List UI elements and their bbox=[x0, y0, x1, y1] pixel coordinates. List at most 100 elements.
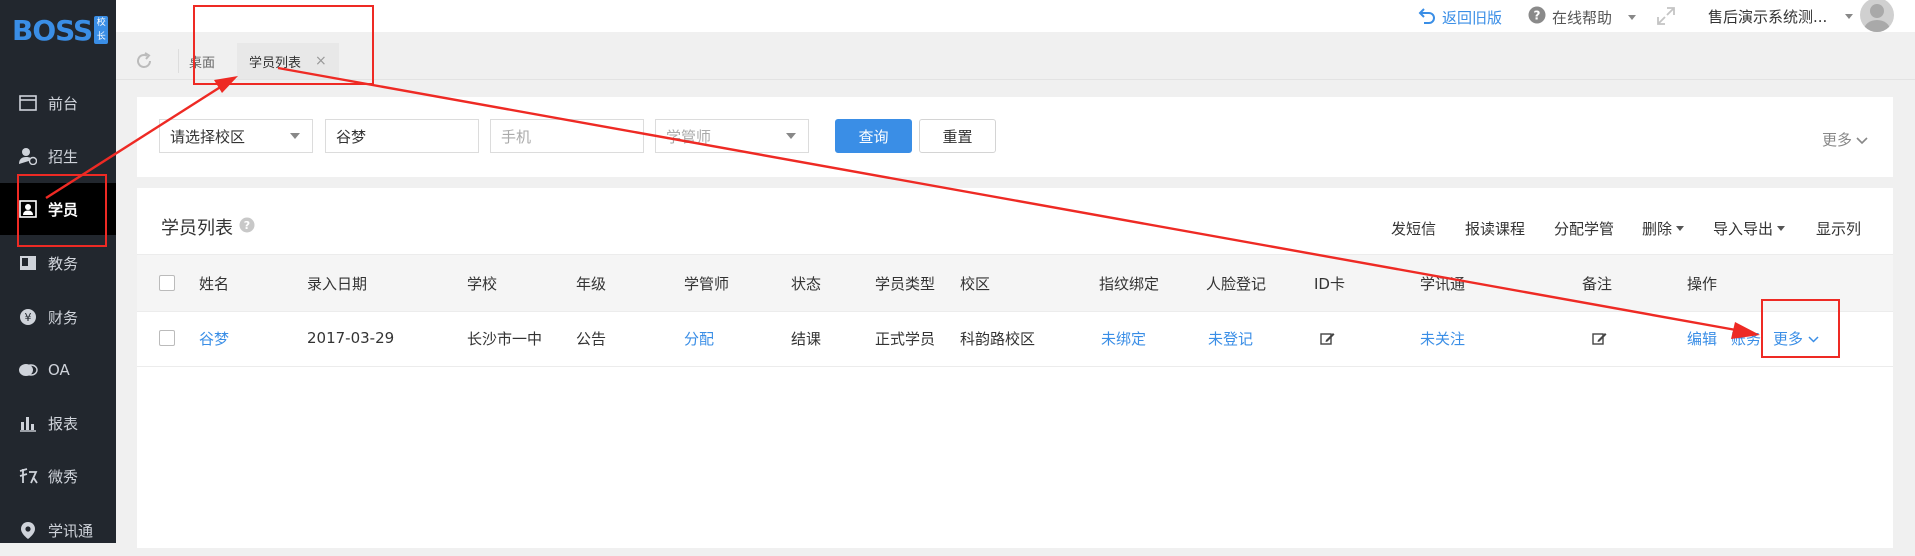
chevron-down-icon bbox=[1676, 226, 1685, 231]
sidebar-item-students[interactable]: 学员 bbox=[0, 183, 116, 235]
column-header[interactable]: 录入日期 bbox=[307, 255, 367, 311]
sidebar-item-frontdesk[interactable]: 前台 bbox=[0, 77, 116, 129]
more-actions-label: 更多 bbox=[1773, 329, 1804, 348]
filter-panel: 请选择校区 谷梦 手机 学管师 查询 重置 更多 bbox=[137, 97, 1893, 177]
sidebar-item-label: 微秀 bbox=[48, 467, 79, 486]
tab-label: 桌面 bbox=[189, 55, 216, 71]
edit-id-card-icon[interactable] bbox=[1320, 310, 1335, 366]
logo-tag: 校长 bbox=[94, 16, 109, 44]
sidebar-item-label: 前台 bbox=[48, 94, 79, 113]
user-plus-icon bbox=[18, 146, 38, 166]
import-export-label: 导入导出 bbox=[1713, 220, 1774, 238]
avatar[interactable] bbox=[1860, 0, 1894, 32]
phone-input-placeholder: 手机 bbox=[501, 127, 532, 146]
more-actions-dropdown[interactable]: 更多 bbox=[1773, 310, 1819, 366]
sidebar-item-recruit[interactable]: 招生 bbox=[0, 130, 116, 182]
assign-manager-label: 分配学管 bbox=[1554, 220, 1615, 238]
column-header[interactable]: 指纹绑定 bbox=[1099, 255, 1159, 311]
column-header[interactable]: 学讯通 bbox=[1420, 255, 1465, 311]
app-logo[interactable]: BOSS 校长 bbox=[12, 12, 109, 48]
back-old-version-link[interactable]: 返回旧版 bbox=[1418, 6, 1502, 28]
sidebar-item-oa[interactable]: OA bbox=[0, 344, 116, 396]
sidebar-item-academic[interactable]: 教务 bbox=[0, 237, 116, 289]
more-filters-label: 更多 bbox=[1822, 131, 1853, 149]
expand-icon bbox=[1656, 6, 1676, 30]
fullscreen-toggle[interactable] bbox=[1656, 6, 1676, 30]
table-header: 姓名 录入日期 学校 年级 学管师 状态 学员类型 校区 指纹绑定 人脸登记 I… bbox=[137, 254, 1893, 312]
chevron-down-icon bbox=[1628, 14, 1637, 20]
name-input[interactable]: 谷梦 bbox=[325, 119, 479, 153]
notify-follow-link[interactable]: 未关注 bbox=[1420, 310, 1465, 366]
sidebar-item-finance[interactable]: ¥ 财务 bbox=[0, 291, 116, 343]
fingerprint-bind-link[interactable]: 未绑定 bbox=[1101, 310, 1146, 366]
sidebar-item-notify[interactable]: 学讯通 bbox=[0, 504, 116, 556]
name-input-value: 谷梦 bbox=[336, 127, 367, 146]
help-icon[interactable]: ? bbox=[239, 217, 255, 238]
refresh-icon[interactable] bbox=[134, 51, 154, 75]
sidebar-item-label: 财务 bbox=[48, 308, 79, 327]
reset-button[interactable]: 重置 bbox=[919, 119, 996, 153]
tab-desktop[interactable]: 桌面 bbox=[189, 43, 215, 79]
edit-link[interactable]: 编辑 bbox=[1687, 310, 1717, 366]
campus-select[interactable]: 请选择校区 bbox=[159, 119, 313, 153]
assign-manager-button[interactable]: 分配学管 bbox=[1554, 218, 1614, 239]
svg-text:?: ? bbox=[244, 219, 250, 232]
tabs-bar: 桌面 学员列表 × bbox=[116, 43, 1915, 80]
logo-text: BOSS bbox=[12, 13, 93, 47]
student-name-link[interactable]: 谷梦 bbox=[199, 310, 229, 366]
column-header[interactable]: 姓名 bbox=[199, 255, 229, 311]
chat-icon bbox=[18, 360, 38, 380]
search-button[interactable]: 查询 bbox=[835, 119, 912, 153]
more-filters-toggle[interactable]: 更多 bbox=[1822, 129, 1868, 150]
user-menu[interactable]: 售后演示系统测... bbox=[1708, 6, 1854, 27]
column-header[interactable]: 学员类型 bbox=[875, 255, 935, 311]
column-header[interactable]: 学管师 bbox=[684, 255, 729, 311]
column-header[interactable]: 备注 bbox=[1582, 255, 1612, 311]
column-header[interactable]: 人脸登记 bbox=[1206, 255, 1266, 311]
campus: 科韵路校区 bbox=[960, 329, 1036, 348]
column-header[interactable]: ID卡 bbox=[1314, 255, 1345, 311]
undo-icon bbox=[1418, 6, 1436, 28]
help-label: 在线帮助 bbox=[1552, 8, 1613, 27]
sidebar-item-reports[interactable]: 报表 bbox=[0, 397, 116, 449]
chevron-down-icon bbox=[1777, 226, 1786, 231]
display-columns-label: 显示列 bbox=[1816, 220, 1862, 238]
column-header[interactable]: 学校 bbox=[467, 255, 497, 311]
sidebar-item-label: 学讯通 bbox=[48, 521, 94, 540]
display-columns-button[interactable]: 显示列 bbox=[1816, 218, 1861, 239]
book-icon bbox=[18, 253, 38, 273]
phone-input[interactable]: 手机 bbox=[490, 119, 644, 153]
column-header[interactable]: 年级 bbox=[576, 255, 606, 311]
bar-chart-icon bbox=[18, 413, 38, 433]
manager-select[interactable]: 学管师 bbox=[655, 119, 809, 153]
user-name: 售后演示系统测... bbox=[1708, 8, 1828, 26]
xiu-icon bbox=[18, 466, 38, 486]
tab-student-list[interactable]: 学员列表 × bbox=[237, 43, 339, 79]
sidebar-item-weixiu[interactable]: 微秀 bbox=[0, 450, 116, 502]
manager-select-placeholder: 学管师 bbox=[666, 127, 712, 146]
import-export-dropdown[interactable]: 导入导出 bbox=[1713, 218, 1786, 239]
sidebar-item-label: OA bbox=[48, 361, 70, 379]
face-register-link[interactable]: 未登记 bbox=[1208, 310, 1253, 366]
column-header[interactable]: 校区 bbox=[960, 255, 990, 311]
assign-manager-link[interactable]: 分配 bbox=[684, 310, 714, 366]
sidebar-item-label: 教务 bbox=[48, 254, 79, 273]
tab-label: 学员列表 bbox=[249, 55, 302, 71]
send-sms-button[interactable]: 发短信 bbox=[1391, 218, 1436, 239]
edit-remark-icon[interactable] bbox=[1592, 310, 1607, 366]
select-all-checkbox[interactable] bbox=[159, 255, 175, 311]
desk-icon bbox=[18, 93, 38, 113]
delete-dropdown[interactable]: 删除 bbox=[1642, 218, 1685, 239]
account-link[interactable]: 账务 bbox=[1731, 310, 1761, 366]
list-title: 学员列表 ? bbox=[161, 214, 255, 240]
online-help-menu[interactable]: ? 在线帮助 bbox=[1528, 6, 1637, 28]
student-card-icon bbox=[18, 199, 38, 219]
close-icon[interactable]: × bbox=[315, 53, 327, 69]
row-checkbox[interactable] bbox=[159, 310, 175, 366]
column-header[interactable]: 状态 bbox=[791, 255, 821, 311]
chevron-down-icon bbox=[786, 133, 796, 139]
svg-text:?: ? bbox=[1534, 9, 1541, 23]
help-icon: ? bbox=[1528, 6, 1546, 28]
enroll-course-button[interactable]: 报读课程 bbox=[1465, 218, 1525, 239]
sidebar-item-label: 招生 bbox=[48, 147, 79, 166]
